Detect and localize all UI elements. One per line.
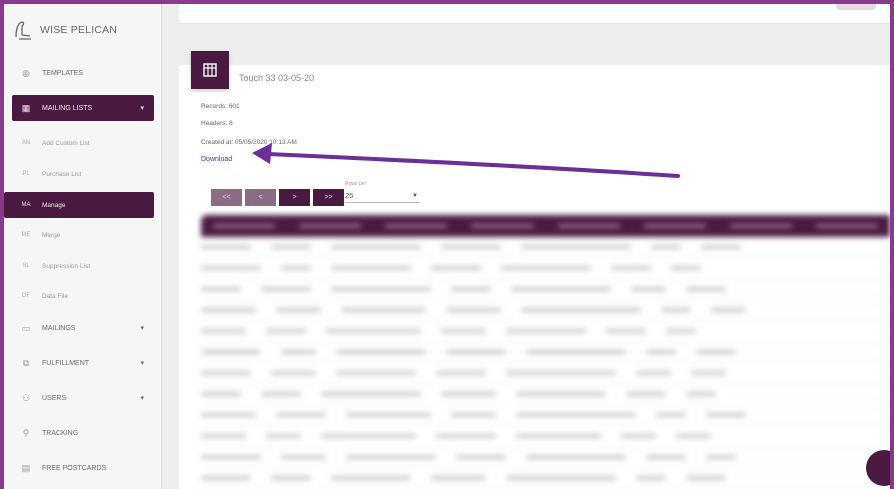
sidebar-item-free-postcards[interactable]: ▤ FREE POSTCARDS <box>12 455 154 481</box>
table-row <box>201 426 890 447</box>
table-row <box>201 237 890 258</box>
sidebar-item-manage[interactable]: MA Manage <box>4 192 154 218</box>
sidebar-item-abbr: AN <box>21 140 31 146</box>
sidebar-item-abbr: PL <box>22 171 30 177</box>
sidebar-item-tracking[interactable]: ⚲ TRACKING <box>12 420 154 446</box>
sidebar-item-label: Purchase List <box>42 170 82 178</box>
brand-name: WISE PELICAN <box>40 24 118 36</box>
created-at: Created at: 05/05/2020 10:13 AM <box>201 139 297 146</box>
app-window: WISE PELICAN ◍ TEMPLATES ▦ MAILING LISTS… <box>4 4 890 489</box>
sidebar-item-templates[interactable]: ◍ TEMPLATES <box>12 60 154 86</box>
table-row <box>201 258 890 279</box>
sidebar-item-mailings[interactable]: ▭ MAILINGS ▾ <box>12 315 154 341</box>
panel-header-icon <box>191 51 229 89</box>
sidebar-item-mailing-lists[interactable]: ▦ MAILING LISTS ▾ <box>12 95 154 121</box>
sidebar-item-add-custom-list[interactable]: AN Add Custom List <box>12 130 154 156</box>
chevron-down-icon: ▾ <box>140 325 144 332</box>
sidebar-item-label: FULFILLMENT <box>42 359 90 367</box>
sidebar-item-users[interactable]: ⚇ USERS ▾ <box>12 385 154 411</box>
last-page-button[interactable]: >> <box>313 189 344 206</box>
sidebar-item-data-file[interactable]: DF Data File <box>12 283 154 309</box>
table-row <box>201 384 890 405</box>
download-link[interactable]: Download <box>201 156 232 163</box>
sidebar-item-label: MAILINGS <box>42 324 76 332</box>
headers-count: Headers: 8 <box>201 120 233 127</box>
rows-per-page-label: Rows per <box>345 181 367 187</box>
sidebar-item-label: Add Custom List <box>42 139 90 147</box>
sidebar-item-label: FREE POSTCARDS <box>42 464 107 472</box>
table-row <box>201 363 890 384</box>
table-row <box>201 468 890 489</box>
rows-per-page-select[interactable]: 25 ▼ <box>345 189 420 203</box>
sidebar-item-label: Merge <box>42 231 61 239</box>
top-bar-button[interactable] <box>836 4 876 10</box>
list-title: Touch 33 03-05-20 <box>239 73 315 83</box>
table-row <box>201 342 890 363</box>
grid-icon <box>203 63 217 77</box>
chevron-down-icon: ▼ <box>412 192 418 199</box>
sidebar-item-purchase-list[interactable]: PL Purchase List <box>12 161 154 187</box>
mail-icon: ▭ <box>21 322 31 333</box>
blurred-records-table <box>201 215 890 489</box>
pagination: << < > >> <box>211 189 344 206</box>
sidebar-item-label: Data File <box>42 292 69 300</box>
package-icon: ⧉ <box>22 357 30 368</box>
template-icon: ◍ <box>22 67 30 78</box>
next-page-button[interactable]: > <box>279 189 310 206</box>
sidebar: WISE PELICAN ◍ TEMPLATES ▦ MAILING LISTS… <box>4 4 162 489</box>
sidebar-item-merge[interactable]: ME Merge <box>12 222 154 248</box>
records-count: Records: 601 <box>201 103 240 110</box>
first-page-button[interactable]: << <box>211 189 242 206</box>
sidebar-item-fulfillment[interactable]: ⧉ FULFILLMENT ▾ <box>12 350 154 376</box>
table-icon: ▦ <box>21 102 31 113</box>
brand[interactable]: WISE PELICAN <box>10 12 156 48</box>
sidebar-item-label: MAILING LISTS <box>42 104 93 112</box>
table-row <box>201 447 890 468</box>
top-bar <box>179 4 890 24</box>
table-row <box>201 405 890 426</box>
sidebar-item-abbr: DF <box>22 293 30 299</box>
table-row <box>201 279 890 300</box>
chevron-down-icon: ▾ <box>140 395 144 402</box>
sidebar-item-label: Manage <box>42 201 66 209</box>
rows-per-page: Rows per 25 ▼ <box>345 181 420 203</box>
postcard-icon: ▤ <box>21 462 31 473</box>
table-row <box>201 300 890 321</box>
users-icon: ⚇ <box>21 392 31 403</box>
sidebar-item-suppression-list[interactable]: SL Suppression List <box>12 253 154 279</box>
sidebar-item-label: TRACKING <box>42 429 79 437</box>
prev-page-button[interactable]: < <box>245 189 276 206</box>
sidebar-item-label: USERS <box>42 394 67 402</box>
chevron-down-icon: ▾ <box>140 360 144 367</box>
sidebar-item-label: Suppression List <box>42 262 91 270</box>
sidebar-item-abbr: SL <box>22 263 30 269</box>
table-row <box>201 321 890 342</box>
sidebar-item-label: TEMPLATES <box>42 69 84 77</box>
pin-icon: ⚲ <box>22 427 30 438</box>
chevron-down-icon: ▾ <box>140 105 144 112</box>
sidebar-item-abbr: ME <box>21 232 31 238</box>
pelican-logo-icon <box>15 21 31 40</box>
list-detail-panel: Touch 33 03-05-20 Records: 601 Headers: … <box>179 51 890 489</box>
sidebar-item-abbr: MA <box>21 202 31 208</box>
table-header <box>201 215 890 237</box>
rows-per-page-value: 25 <box>345 191 354 200</box>
